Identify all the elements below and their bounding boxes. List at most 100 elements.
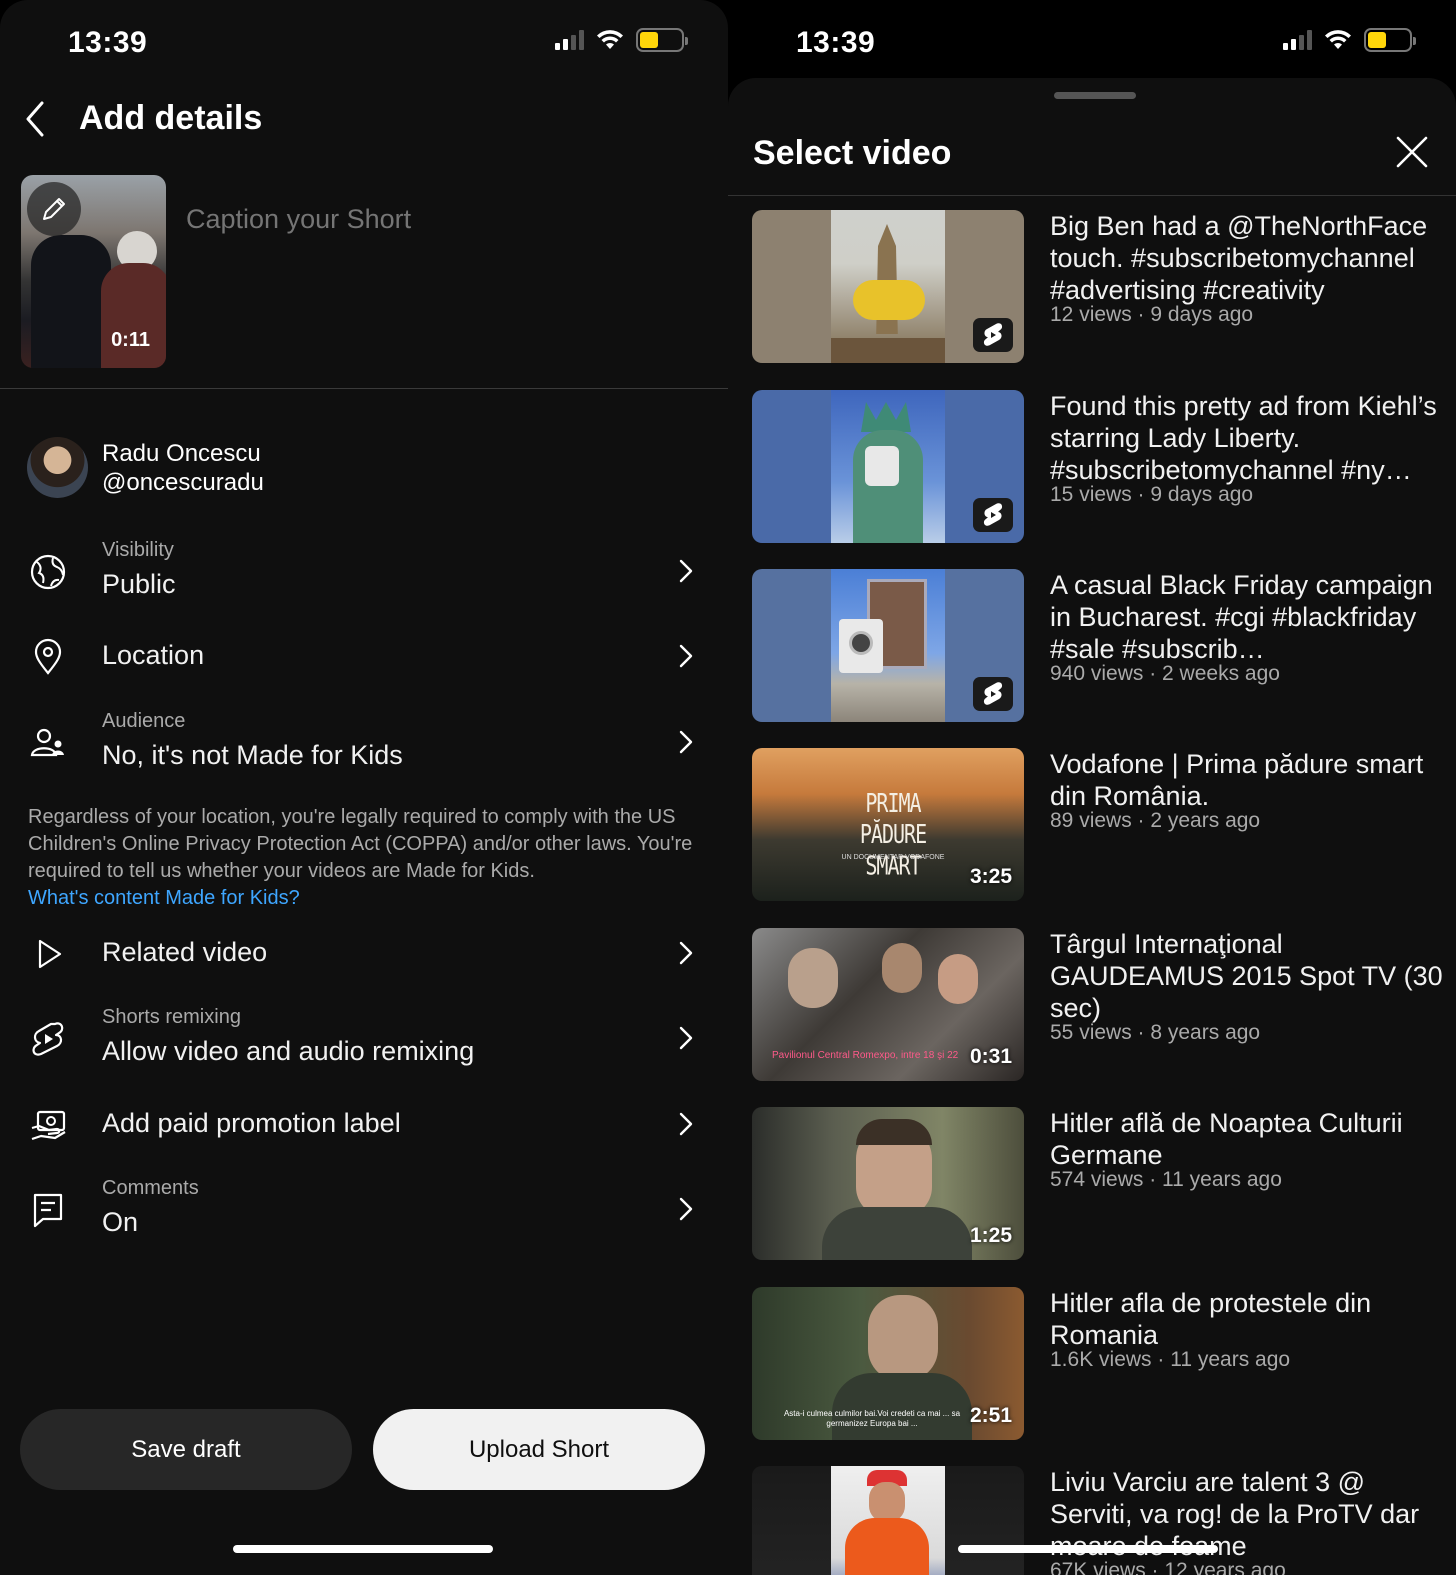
video-meta: 1.6K views · 11 years ago [1050,1348,1291,1371]
video-thumbnail: PRIMA PĂDURE SMART UN DOCUMENTAR VODAFON… [752,748,1024,901]
home-indicator[interactable] [233,1545,493,1553]
video-item[interactable]: Asta-i culmea culmilor bai.Voi credeti c… [752,1287,1452,1440]
thumbnail-text: Asta-i culmea culmilor bai.Voi credeti c… [783,1409,961,1428]
play-icon [38,939,62,969]
select-video-sheet: Select video Big Ben had a @TheNorthFace… [728,78,1456,1575]
video-thumbnail: Pavilionul Central Romexpo, intre 18 şi … [752,928,1024,1081]
channel-account: Radu Oncescu @oncescuradu [27,437,264,498]
shorts-remixing-row[interactable]: Shorts remixing Allow video and audio re… [0,1002,728,1072]
video-thumbnail [752,210,1024,363]
video-duration: 2:51 [969,1404,1012,1427]
video-thumbnail [752,390,1024,543]
video-thumbnail: 1:25 [752,1107,1024,1260]
chevron-right-icon [679,1197,693,1221]
status-bar: 13:39 [0,0,728,80]
wifi-icon [597,30,623,49]
select-video-screen: 13:39 Select video Big Ben had a @TheNor… [728,0,1456,1575]
divider [0,388,728,389]
shorts-icon [973,318,1013,352]
video-meta: 89 views · 2 years ago [1050,809,1261,832]
video-meta: 940 views · 2 weeks ago [1050,662,1280,685]
video-thumbnail [752,1466,1024,1575]
avatar [27,437,88,498]
home-indicator[interactable] [958,1545,1218,1553]
video-duration: 1:25 [969,1224,1012,1247]
video-title: Found this pretty ad from Kiehl’s starri… [1050,391,1437,485]
comment-icon [33,1193,63,1228]
short-thumbnail[interactable]: 0:11 [21,175,166,368]
made-for-kids-link[interactable]: What's content Made for Kids? [28,885,708,912]
shorts-remixing-label: Shorts remixing [102,1006,241,1028]
close-icon[interactable] [1394,134,1430,170]
thumbnail-text: PRIMA PĂDURE SMART [859,787,927,881]
thumbnail-duration: 0:11 [111,329,150,351]
chevron-right-icon [679,941,693,965]
video-item[interactable]: PRIMA PĂDURE SMART UN DOCUMENTAR VODAFON… [752,748,1452,901]
chevron-right-icon [679,730,693,754]
page-title: Add details [79,99,263,137]
location-pin-icon [34,638,62,675]
video-meta: 67K views · 12 years ago [1050,1559,1286,1575]
caption-input[interactable] [186,204,706,235]
chevron-right-icon [679,1112,693,1136]
video-title: Big Ben had a @TheNorthFace touch. #subs… [1050,211,1428,305]
cellular-signal-icon [555,30,584,50]
audience-icon [30,728,64,757]
divider [728,195,1456,196]
coppa-notice: Regardless of your location, you're lega… [28,804,708,912]
upload-short-button[interactable]: Upload Short [373,1409,705,1490]
video-title: Târgul Internaţional GAUDEAMUS 2015 Spot… [1050,929,1443,1023]
video-item[interactable]: Liviu Varciu are talent 3 @ Serviti, va … [752,1466,1452,1575]
save-draft-button[interactable]: Save draft [20,1409,352,1490]
video-title: Hitler afla de protestele din Romania [1050,1288,1372,1350]
shorts-remixing-value: Allow video and audio remixing [102,1036,475,1066]
video-meta: 15 views · 9 days ago [1050,483,1254,506]
status-time: 13:39 [68,26,148,59]
video-title: A casual Black Friday campaign in Buchar… [1050,570,1433,664]
video-meta: 55 views · 8 years ago [1050,1021,1261,1044]
paid-promotion-icon [31,1110,66,1141]
paid-promotion-row[interactable]: Add paid promotion label [0,1088,728,1158]
comments-value: On [102,1207,139,1237]
audience-label: Audience [102,710,186,732]
video-item[interactable]: Big Ben had a @TheNorthFace touch. #subs… [752,210,1452,363]
video-item[interactable]: Found this pretty ad from Kiehl’s starri… [752,390,1452,543]
shorts-icon [973,677,1013,711]
audience-row[interactable]: Audience No, it's not Made for Kids [0,706,728,776]
video-item[interactable]: Pavilionul Central Romexpo, intre 18 şi … [752,928,1452,1081]
remix-icon [32,1022,64,1056]
chevron-right-icon [679,559,693,583]
comments-label: Comments [102,1177,199,1199]
add-details-screen: 13:39 Add details 0:11 Radu [0,0,728,1575]
edit-pencil-icon[interactable] [27,182,81,236]
status-time: 13:39 [796,26,876,59]
comments-row[interactable]: Comments On [0,1173,728,1243]
globe-icon [30,554,66,590]
battery-icon [636,28,688,52]
audience-value: No, it's not Made for Kids [102,740,403,770]
location-row[interactable]: Location [0,620,728,690]
video-duration: 0:31 [969,1045,1012,1068]
related-video-row[interactable]: Related video [0,917,728,987]
thumbnail-subtext: UN DOCUMENTAR VODAFONE [841,854,945,861]
shorts-icon [973,498,1013,532]
sheet-grabber[interactable] [1054,92,1136,99]
back-arrow-icon[interactable] [22,99,52,139]
video-duration: 3:25 [969,865,1012,888]
video-thumbnail [752,569,1024,722]
cellular-signal-icon [1283,30,1312,50]
video-thumbnail: Asta-i culmea culmilor bai.Voi credeti c… [752,1287,1024,1440]
location-label: Location [102,640,205,670]
related-video-label: Related video [102,937,268,967]
chevron-right-icon [679,644,693,668]
video-item[interactable]: 1:25 Hitler află de Noaptea Culturii Ger… [752,1107,1452,1260]
channel-handle: @oncescuradu [102,468,264,496]
video-meta: 12 views · 9 days ago [1050,303,1254,326]
sheet-title: Select video [753,134,952,172]
battery-icon [1364,28,1416,52]
video-title: Vodafone | Prima pădure smart din Români… [1050,749,1424,811]
thumbnail-text: Pavilionul Central Romexpo, intre 18 şi … [772,1050,959,1061]
visibility-label: Visibility [102,539,174,561]
video-item[interactable]: A casual Black Friday campaign in Buchar… [752,569,1452,722]
visibility-row[interactable]: Visibility Public [0,535,728,605]
